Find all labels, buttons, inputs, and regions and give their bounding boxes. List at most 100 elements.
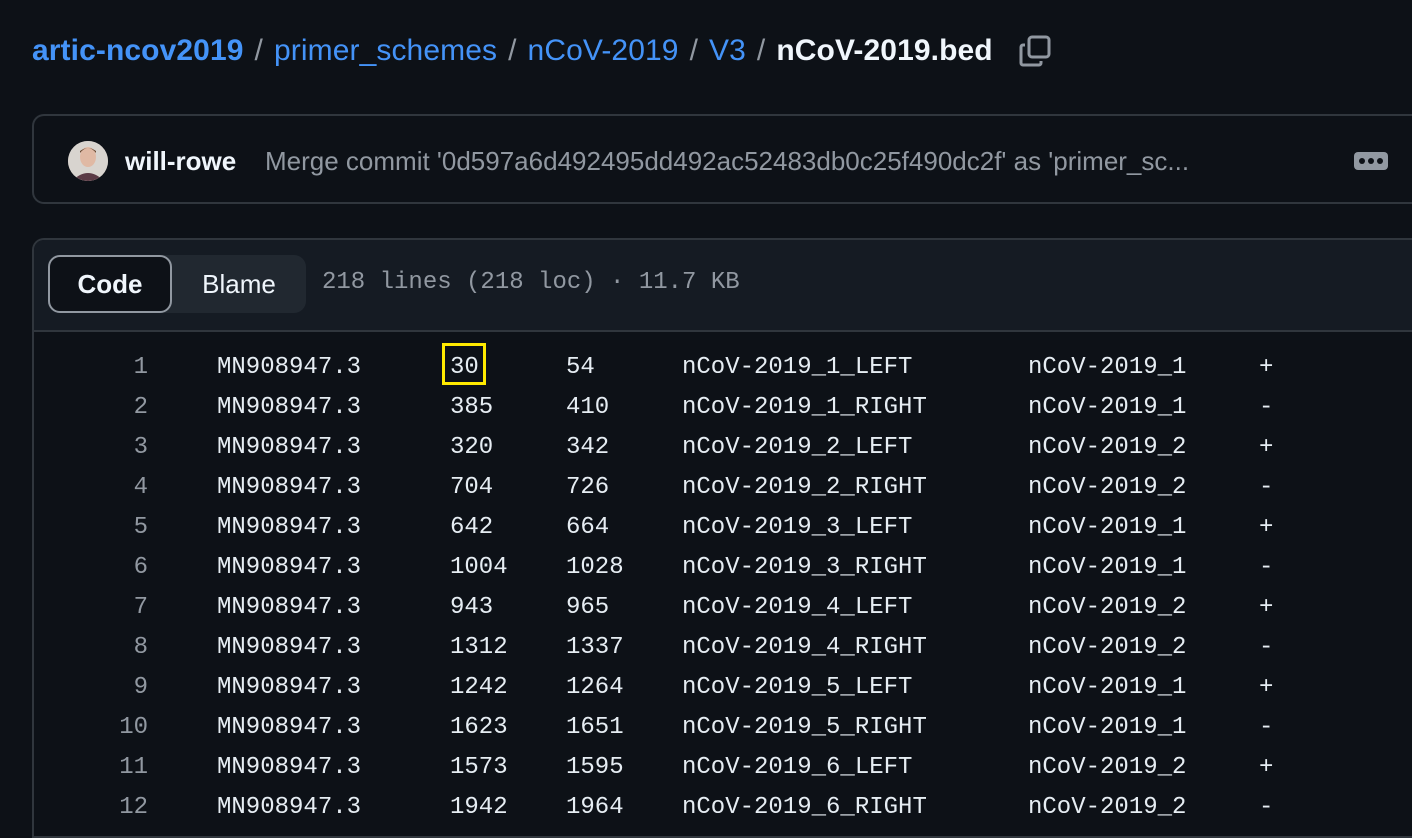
- code-line: 11 MN908947.3 1573 1595 nCoV-2019_6_LEFT nCoV…: [34, 746, 1412, 786]
- breadcrumb-dir-v3[interactable]: V3: [709, 34, 746, 68]
- breadcrumb-repo-link[interactable]: artic-ncov2019: [32, 34, 244, 68]
- tab-blame[interactable]: Blame: [172, 255, 306, 313]
- pool-cell: nCoV-2019_1: [1028, 714, 1187, 741]
- end-cell: 1337: [566, 634, 624, 661]
- start-cell: 704: [450, 474, 494, 501]
- primer-name-cell: nCoV-2019_1_RIGHT: [682, 394, 927, 421]
- line-number[interactable]: 9: [68, 674, 148, 701]
- copy-icon[interactable]: [1017, 33, 1053, 69]
- breadcrumb-dir-primer-schemes[interactable]: primer_schemes: [274, 34, 497, 68]
- line-number[interactable]: 8: [68, 634, 148, 661]
- chrom-cell: MN908947.3: [217, 794, 362, 821]
- primer-name-cell: nCoV-2019_3_LEFT: [682, 514, 913, 541]
- end-cell: 664: [566, 514, 610, 541]
- chrom-cell: MN908947.3: [217, 674, 362, 701]
- start-cell: 320: [450, 434, 494, 461]
- end-cell: 1651: [566, 714, 624, 741]
- chrom-cell: MN908947.3: [217, 394, 362, 421]
- end-cell: 726: [566, 474, 610, 501]
- chrom-cell: MN908947.3: [217, 554, 362, 581]
- pool-cell: nCoV-2019_1: [1028, 514, 1187, 541]
- chrom-cell: MN908947.3: [217, 594, 362, 621]
- code-line: 10 MN908947.3 1623 1651 nCoV-2019_5_RIGHT nCo…: [34, 706, 1412, 746]
- strand-cell: +: [1259, 594, 1274, 621]
- breadcrumb-separator: /: [508, 34, 517, 67]
- chrom-cell: MN908947.3: [217, 434, 362, 461]
- line-number[interactable]: 6: [68, 554, 148, 581]
- start-cell: 1942: [450, 794, 508, 821]
- primer-name-cell: nCoV-2019_5_LEFT: [682, 674, 913, 701]
- breadcrumb: artic-ncov2019 / primer_schemes / nCoV-2…: [32, 30, 1053, 72]
- start-cell: 1004: [450, 554, 508, 581]
- pool-cell: nCoV-2019_1: [1028, 554, 1187, 581]
- primer-name-cell: nCoV-2019_4_LEFT: [682, 594, 913, 621]
- commit-message[interactable]: Merge commit '0d597a6d492495dd492ac52483…: [265, 146, 1189, 177]
- breadcrumb-dir-ncov-2019[interactable]: nCoV-2019: [528, 34, 679, 68]
- line-number[interactable]: 10: [68, 714, 148, 741]
- tab-code[interactable]: Code: [48, 255, 172, 313]
- strand-cell: -: [1259, 794, 1274, 821]
- pool-cell: nCoV-2019_1: [1028, 394, 1187, 421]
- code-line: 8 MN908947.3 1312 1337 nCoV-2019_4_RIGHT nCoV…: [34, 626, 1412, 666]
- code-line: 4 MN908947.3 704 726 nCoV-2019_2_RIGHT nCoV-2…: [34, 466, 1412, 506]
- strand-cell: -: [1259, 634, 1274, 661]
- strand-cell: -: [1259, 554, 1274, 581]
- strand-cell: +: [1259, 434, 1274, 461]
- line-number[interactable]: 7: [68, 594, 148, 621]
- line-number[interactable]: 12: [68, 794, 148, 821]
- pool-cell: nCoV-2019_2: [1028, 794, 1187, 821]
- end-cell: 54: [566, 354, 595, 381]
- end-cell: 410: [566, 394, 610, 421]
- start-cell: 642: [450, 514, 494, 541]
- start-cell: 943: [450, 594, 494, 621]
- end-cell: 1028: [566, 554, 624, 581]
- breadcrumb-separator: /: [756, 34, 766, 67]
- breadcrumb-current-file: nCoV-2019.bed: [776, 34, 993, 67]
- chrom-cell: MN908947.3: [217, 474, 362, 501]
- pool-cell: nCoV-2019_2: [1028, 474, 1187, 501]
- code-line: 1 MN908947.3 30 54 nCoV-2019_1_LEFT nCoV-2019…: [34, 343, 1412, 386]
- strand-cell: +: [1259, 674, 1274, 701]
- latest-commit-box: will-rowe Merge commit '0d597a6d492495dd…: [32, 114, 1412, 204]
- file-meta: 218 lines (218 loc) · 11.7 KB: [322, 269, 740, 296]
- file-header: Code Blame 218 lines (218 loc) · 11.7 KB: [34, 240, 1412, 332]
- start-cell: 1312: [450, 634, 508, 661]
- breadcrumb-separator: /: [689, 34, 699, 67]
- code-line: 6 MN908947.3 1004 1028 nCoV-2019_3_RIGHT nCoV…: [34, 546, 1412, 586]
- start-cell: 385: [450, 394, 494, 421]
- code-line: 5 MN908947.3 642 664 nCoV-2019_3_LEFT nCoV-20…: [34, 506, 1412, 546]
- strand-cell: +: [1259, 354, 1274, 381]
- line-number[interactable]: 2: [68, 394, 148, 421]
- highlight-box: [442, 343, 486, 385]
- view-toggle: Code Blame: [48, 255, 306, 313]
- primer-name-cell: nCoV-2019_3_RIGHT: [682, 554, 927, 581]
- start-cell: 1623: [450, 714, 508, 741]
- start-cell: 1242: [450, 674, 508, 701]
- line-number[interactable]: 4: [68, 474, 148, 501]
- pool-cell: nCoV-2019_2: [1028, 594, 1187, 621]
- end-cell: 965: [566, 594, 610, 621]
- end-cell: 1595: [566, 754, 624, 781]
- start-cell: 1573: [450, 754, 508, 781]
- pool-cell: nCoV-2019_1: [1028, 674, 1187, 701]
- primer-name-cell: nCoV-2019_5_RIGHT: [682, 714, 927, 741]
- pool-cell: nCoV-2019_1: [1028, 354, 1187, 381]
- file-viewer: Code Blame 218 lines (218 loc) · 11.7 KB…: [32, 238, 1412, 838]
- code-line: 3 MN908947.3 320 342 nCoV-2019_2_LEFT nCoV-20…: [34, 426, 1412, 466]
- strand-cell: -: [1259, 474, 1274, 501]
- chrom-cell: MN908947.3: [217, 634, 362, 661]
- avatar[interactable]: [68, 141, 108, 181]
- line-number[interactable]: 5: [68, 514, 148, 541]
- breadcrumb-separator: /: [254, 34, 263, 67]
- line-number[interactable]: 3: [68, 434, 148, 461]
- commit-author[interactable]: will-rowe: [125, 146, 236, 177]
- chrom-cell: MN908947.3: [217, 714, 362, 741]
- primer-name-cell: nCoV-2019_2_LEFT: [682, 434, 913, 461]
- code-line: 12 MN908947.3 1942 1964 nCoV-2019_6_RIGHT nCo…: [34, 786, 1412, 826]
- line-number[interactable]: 11: [68, 754, 148, 781]
- primer-name-cell: nCoV-2019_6_LEFT: [682, 754, 913, 781]
- chrom-cell: MN908947.3: [217, 514, 362, 541]
- line-number[interactable]: 1: [68, 354, 148, 381]
- pool-cell: nCoV-2019_2: [1028, 754, 1187, 781]
- kebab-horizontal-icon[interactable]: [1354, 152, 1388, 170]
